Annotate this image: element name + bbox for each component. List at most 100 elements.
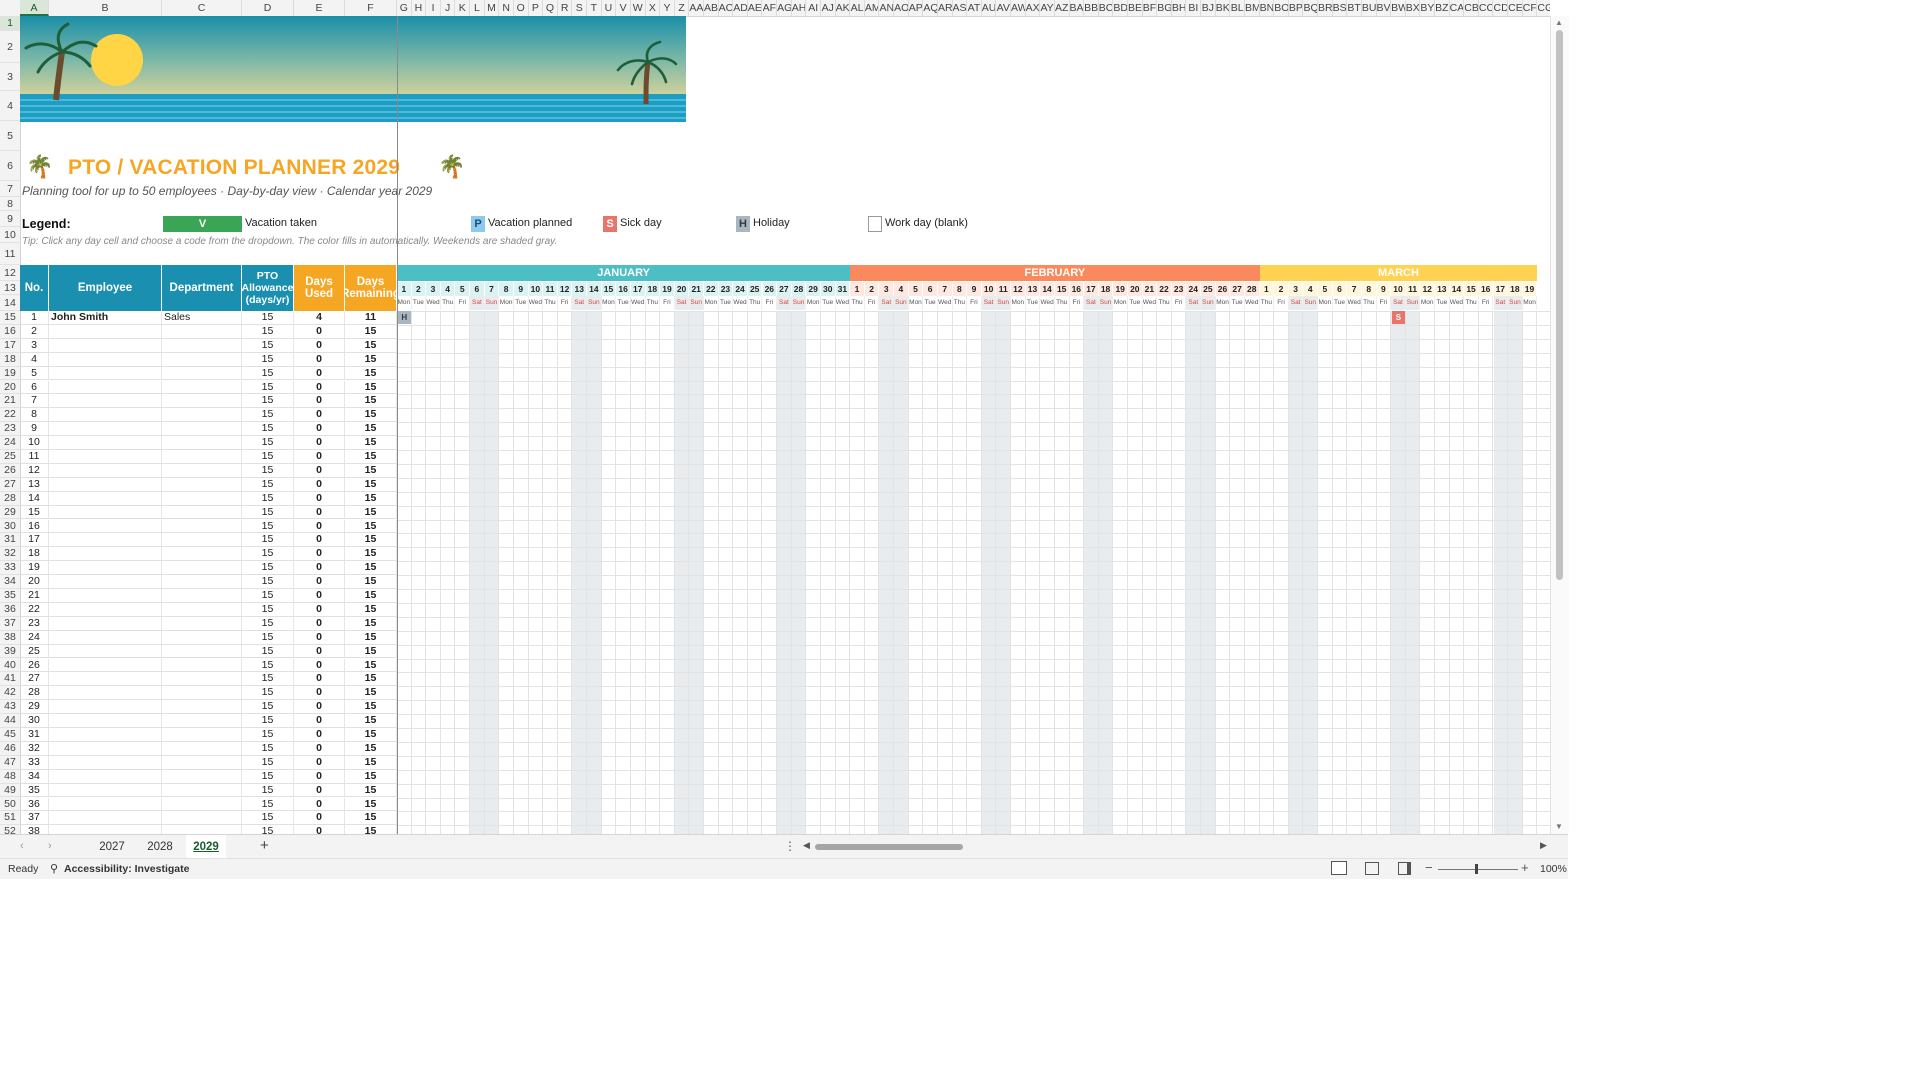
cell-employee[interactable] bbox=[49, 477, 162, 492]
column-header-AP[interactable]: AP bbox=[909, 0, 924, 16]
column-header-BA[interactable]: BA bbox=[1070, 0, 1085, 16]
cell-used[interactable]: 0 bbox=[294, 408, 345, 423]
cell-used[interactable]: 0 bbox=[294, 589, 345, 603]
cell-remaining[interactable]: 15 bbox=[345, 366, 397, 381]
cell-department[interactable] bbox=[162, 450, 242, 464]
cell-used[interactable]: 0 bbox=[294, 797, 345, 812]
scroll-up-icon[interactable]: ▲ bbox=[1555, 18, 1563, 27]
cell-department[interactable] bbox=[162, 436, 242, 450]
cell-remaining[interactable]: 15 bbox=[345, 686, 397, 701]
cell-department[interactable] bbox=[162, 797, 242, 812]
column-header-CF[interactable]: CF bbox=[1523, 0, 1538, 16]
cell-department[interactable] bbox=[162, 714, 242, 728]
cell-department[interactable] bbox=[162, 533, 242, 548]
row-header-44[interactable]: 44 bbox=[0, 714, 20, 728]
column-header-AI[interactable]: AI bbox=[806, 0, 821, 16]
row-header-48[interactable]: 48 bbox=[0, 770, 20, 784]
cell-used[interactable]: 0 bbox=[294, 436, 345, 450]
row-header-6[interactable]: 6 bbox=[0, 151, 20, 181]
cell-employee[interactable] bbox=[49, 366, 162, 381]
row-header-14[interactable]: 14 bbox=[0, 295, 20, 311]
row-header-11[interactable]: 11 bbox=[0, 243, 20, 265]
cell-remaining[interactable]: 15 bbox=[345, 408, 397, 423]
cell-no[interactable]: 8 bbox=[20, 408, 49, 423]
cell-employee[interactable] bbox=[49, 491, 162, 506]
cell-employee[interactable] bbox=[49, 714, 162, 728]
cell-remaining[interactable]: 15 bbox=[345, 700, 397, 715]
cell-used[interactable]: 0 bbox=[294, 644, 345, 659]
cell-employee[interactable] bbox=[49, 338, 162, 353]
row-header-50[interactable]: 50 bbox=[0, 798, 20, 812]
row-header-46[interactable]: 46 bbox=[0, 742, 20, 756]
cell-remaining[interactable]: 15 bbox=[345, 324, 397, 339]
cell-employee[interactable] bbox=[49, 589, 162, 603]
cell-no[interactable]: 7 bbox=[20, 394, 49, 409]
cell-remaining[interactable]: 15 bbox=[345, 769, 397, 784]
column-header-AD[interactable]: AD bbox=[733, 0, 748, 16]
cell-allowance[interactable]: 15 bbox=[242, 700, 294, 715]
column-header-S[interactable]: S bbox=[572, 0, 588, 16]
cell-no[interactable]: 34 bbox=[20, 769, 49, 784]
column-headers[interactable]: A B C D E F G H I J K L M N O P Q R S T U V W X Y Z AA AB AC AD AE AF AG… bbox=[0, 0, 1550, 17]
cell-used[interactable]: 0 bbox=[294, 783, 345, 798]
row-header-3[interactable]: 3 bbox=[0, 63, 20, 91]
cell-remaining[interactable]: 15 bbox=[345, 352, 397, 367]
day-mark-S[interactable]: S bbox=[1392, 311, 1405, 324]
row-header-41[interactable]: 41 bbox=[0, 672, 20, 687]
cell-allowance[interactable]: 15 bbox=[242, 311, 294, 325]
cell-allowance[interactable]: 15 bbox=[242, 769, 294, 784]
cell-employee[interactable] bbox=[49, 630, 162, 645]
row-header-28[interactable]: 28 bbox=[0, 492, 20, 506]
cell-remaining[interactable]: 15 bbox=[345, 450, 397, 464]
column-header-W[interactable]: W bbox=[631, 0, 646, 16]
cell-employee[interactable] bbox=[49, 769, 162, 784]
row-header-39[interactable]: 39 bbox=[0, 645, 20, 659]
cell-department[interactable] bbox=[162, 783, 242, 798]
cell-allowance[interactable]: 15 bbox=[242, 644, 294, 659]
cell-no[interactable]: 2 bbox=[20, 324, 49, 339]
zoom-slider[interactable] bbox=[1438, 869, 1518, 870]
cell-employee[interactable] bbox=[49, 672, 162, 687]
cell-no[interactable]: 18 bbox=[20, 547, 49, 562]
column-header-P[interactable]: P bbox=[529, 0, 544, 16]
cell-department[interactable] bbox=[162, 700, 242, 715]
row-header-30[interactable]: 30 bbox=[0, 520, 20, 534]
column-header-BM[interactable]: BM bbox=[1245, 0, 1260, 16]
cell-department[interactable] bbox=[162, 324, 242, 339]
row-header-10[interactable]: 10 bbox=[0, 227, 20, 243]
column-header-AL[interactable]: AL bbox=[850, 0, 865, 16]
cell-employee[interactable] bbox=[49, 811, 162, 826]
cell-department[interactable] bbox=[162, 352, 242, 367]
cell-used[interactable]: 0 bbox=[294, 547, 345, 562]
cell-employee[interactable]: John Smith bbox=[49, 311, 162, 325]
column-header-T[interactable]: T bbox=[587, 0, 602, 16]
cell-used[interactable]: 0 bbox=[294, 519, 345, 534]
column-header-AK[interactable]: AK bbox=[836, 0, 851, 16]
cell-no[interactable]: 4 bbox=[20, 352, 49, 367]
cell-used[interactable]: 0 bbox=[294, 324, 345, 339]
column-header-BD[interactable]: BD bbox=[1113, 0, 1128, 16]
cell-allowance[interactable]: 15 bbox=[242, 491, 294, 506]
cell-department[interactable] bbox=[162, 505, 242, 520]
day-mark-H[interactable]: H bbox=[398, 311, 411, 324]
cell-employee[interactable] bbox=[49, 755, 162, 770]
cell-remaining[interactable]: 15 bbox=[345, 547, 397, 562]
cell-no[interactable]: 12 bbox=[20, 463, 49, 478]
cell-remaining[interactable]: 15 bbox=[345, 380, 397, 395]
row-header-51[interactable]: 51 bbox=[0, 811, 20, 826]
row-header-27[interactable]: 27 bbox=[0, 478, 20, 492]
cell-employee[interactable] bbox=[49, 408, 162, 423]
cell-no[interactable]: 10 bbox=[20, 436, 49, 450]
cell-employee[interactable] bbox=[49, 658, 162, 673]
column-header-AG[interactable]: AG bbox=[777, 0, 792, 16]
column-header-M[interactable]: M bbox=[485, 0, 500, 16]
column-header-BU[interactable]: BU bbox=[1362, 0, 1377, 16]
column-header-AU[interactable]: AU bbox=[982, 0, 997, 16]
cell-remaining[interactable]: 15 bbox=[345, 589, 397, 603]
cell-no[interactable]: 28 bbox=[20, 686, 49, 701]
column-header-V[interactable]: V bbox=[616, 0, 631, 16]
cell-department[interactable] bbox=[162, 491, 242, 506]
cell-used[interactable]: 0 bbox=[294, 575, 345, 589]
row-header-4[interactable]: 4 bbox=[0, 91, 20, 121]
cell-employee[interactable] bbox=[49, 547, 162, 562]
